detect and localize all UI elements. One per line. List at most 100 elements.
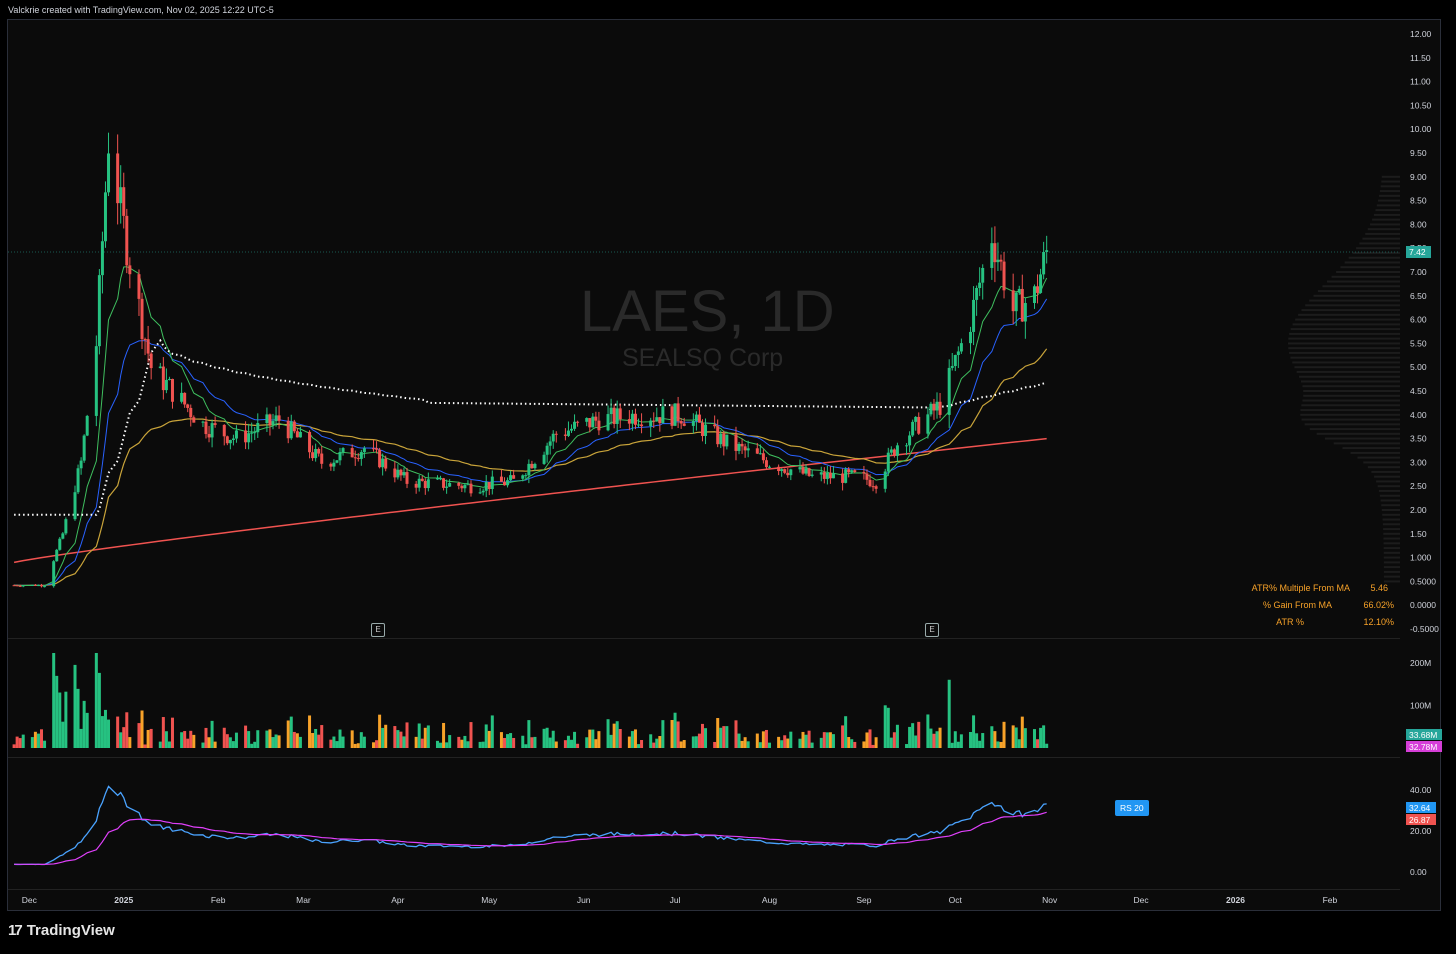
volume-profile-bar	[1383, 556, 1400, 559]
volume-ma-value: 32.78M	[1409, 742, 1437, 752]
candle-body	[530, 463, 534, 469]
candle-body	[652, 420, 656, 422]
candle-body	[694, 414, 698, 422]
volume-bar	[33, 731, 37, 748]
volume-bar	[524, 744, 528, 748]
volume-bar	[658, 736, 662, 748]
candle-body	[682, 423, 686, 426]
price-axis-tick: 12.00	[1410, 29, 1432, 39]
candle-body	[481, 490, 485, 493]
volume-bar	[192, 734, 196, 748]
candle-body	[405, 472, 409, 484]
volume-bar	[566, 735, 570, 748]
earnings-marker[interactable]: E	[925, 623, 939, 637]
candle-body	[722, 433, 726, 447]
candle-body	[990, 243, 994, 268]
earnings-marker[interactable]: E	[371, 623, 385, 637]
volume-profile-bar	[1305, 304, 1400, 307]
volume-profile-bar	[1367, 466, 1400, 469]
volume-profile-bar	[1302, 385, 1400, 388]
candle-body	[76, 468, 80, 493]
candle-body	[871, 486, 875, 488]
volume-bar	[448, 735, 452, 748]
volume-bar	[314, 728, 318, 748]
volume-bar	[414, 736, 418, 748]
volume-bar	[426, 725, 430, 748]
candle-body	[207, 434, 211, 438]
volume-bar	[137, 723, 141, 748]
tradingview-logo[interactable]: 17 TradingView	[8, 922, 115, 939]
candle-body	[594, 416, 598, 421]
volume-bar	[469, 722, 473, 748]
candle-body	[542, 454, 546, 464]
candle-body	[417, 478, 421, 488]
candle-body	[116, 153, 120, 204]
volume-bar	[697, 733, 701, 748]
volume-bar	[183, 731, 187, 748]
candle-body	[783, 469, 787, 473]
volume-profile-bar	[1331, 275, 1400, 278]
time-axis-tick: Oct	[949, 895, 963, 905]
sma50-line	[14, 348, 1048, 586]
candle-body	[143, 339, 147, 341]
volume-profile-bar	[1383, 551, 1400, 554]
candle-body	[250, 432, 254, 434]
volume-bar	[420, 738, 424, 748]
volume-profile-bar	[1363, 461, 1400, 464]
volume-bar	[594, 739, 598, 748]
candle-body	[439, 478, 443, 480]
candle-body	[527, 463, 531, 476]
volume-profile-bar	[1372, 218, 1400, 221]
volume-bar	[947, 679, 951, 748]
volume-bar	[850, 739, 854, 748]
candle-body	[192, 417, 196, 423]
volume-bar	[585, 737, 589, 748]
chart-canvas[interactable]: 12.00 11.50 11.00 10.50 10.00 9.50 9.00 8.50 8.0…	[0, 0, 1456, 954]
candle-body	[30, 584, 34, 586]
candle-body	[222, 424, 226, 437]
price-axis-tick: 9.50	[1410, 148, 1427, 158]
volume-bar	[271, 737, 275, 748]
candle-body	[914, 416, 918, 422]
candle-body	[512, 475, 516, 479]
candle-body	[350, 448, 354, 458]
price-axis-tick: 11.50	[1410, 53, 1431, 63]
volume-profile-bar	[1383, 537, 1400, 540]
watermark-name: SEALSQ Corp	[622, 344, 784, 372]
candle-body	[637, 424, 641, 426]
price-axis-tick: 8.00	[1410, 219, 1427, 229]
volume-profile-bar	[1383, 566, 1400, 569]
volume-bar	[201, 742, 205, 748]
volume-bar	[204, 727, 208, 748]
candle-body	[822, 472, 826, 479]
candle-body	[311, 452, 315, 459]
candle-body	[725, 434, 729, 447]
candle-body	[953, 355, 957, 367]
candle-body	[122, 187, 126, 216]
time-axis-tick: Mar	[296, 895, 311, 905]
volume-profile-bar	[1300, 380, 1400, 383]
candle-body	[591, 416, 595, 428]
volume-bar	[61, 721, 65, 748]
candle-body	[975, 288, 979, 300]
candle-body	[570, 428, 574, 431]
rs-ma-value: 26.87	[1409, 815, 1431, 825]
price-axis-tick: 3.00	[1410, 457, 1427, 467]
price-axis-tick: 6.00	[1410, 315, 1427, 325]
volume-bar	[841, 725, 845, 748]
volume-profile-bar	[1300, 409, 1400, 412]
time-axis-tick: Aug	[762, 895, 777, 905]
volume-bar	[981, 733, 985, 748]
volume-bar	[1002, 721, 1006, 748]
volume-profile-bar	[1383, 532, 1400, 535]
candle-body	[716, 426, 720, 445]
candle-body	[478, 492, 482, 494]
candle-body	[393, 468, 397, 478]
volume-bar	[43, 740, 47, 748]
candle-body	[204, 421, 208, 435]
volume-profile-bar	[1374, 475, 1400, 478]
volume-profile-bar	[1373, 213, 1400, 216]
candle-body	[1017, 288, 1021, 293]
candle-body	[97, 275, 101, 347]
volume-profile-bar	[1382, 523, 1400, 526]
